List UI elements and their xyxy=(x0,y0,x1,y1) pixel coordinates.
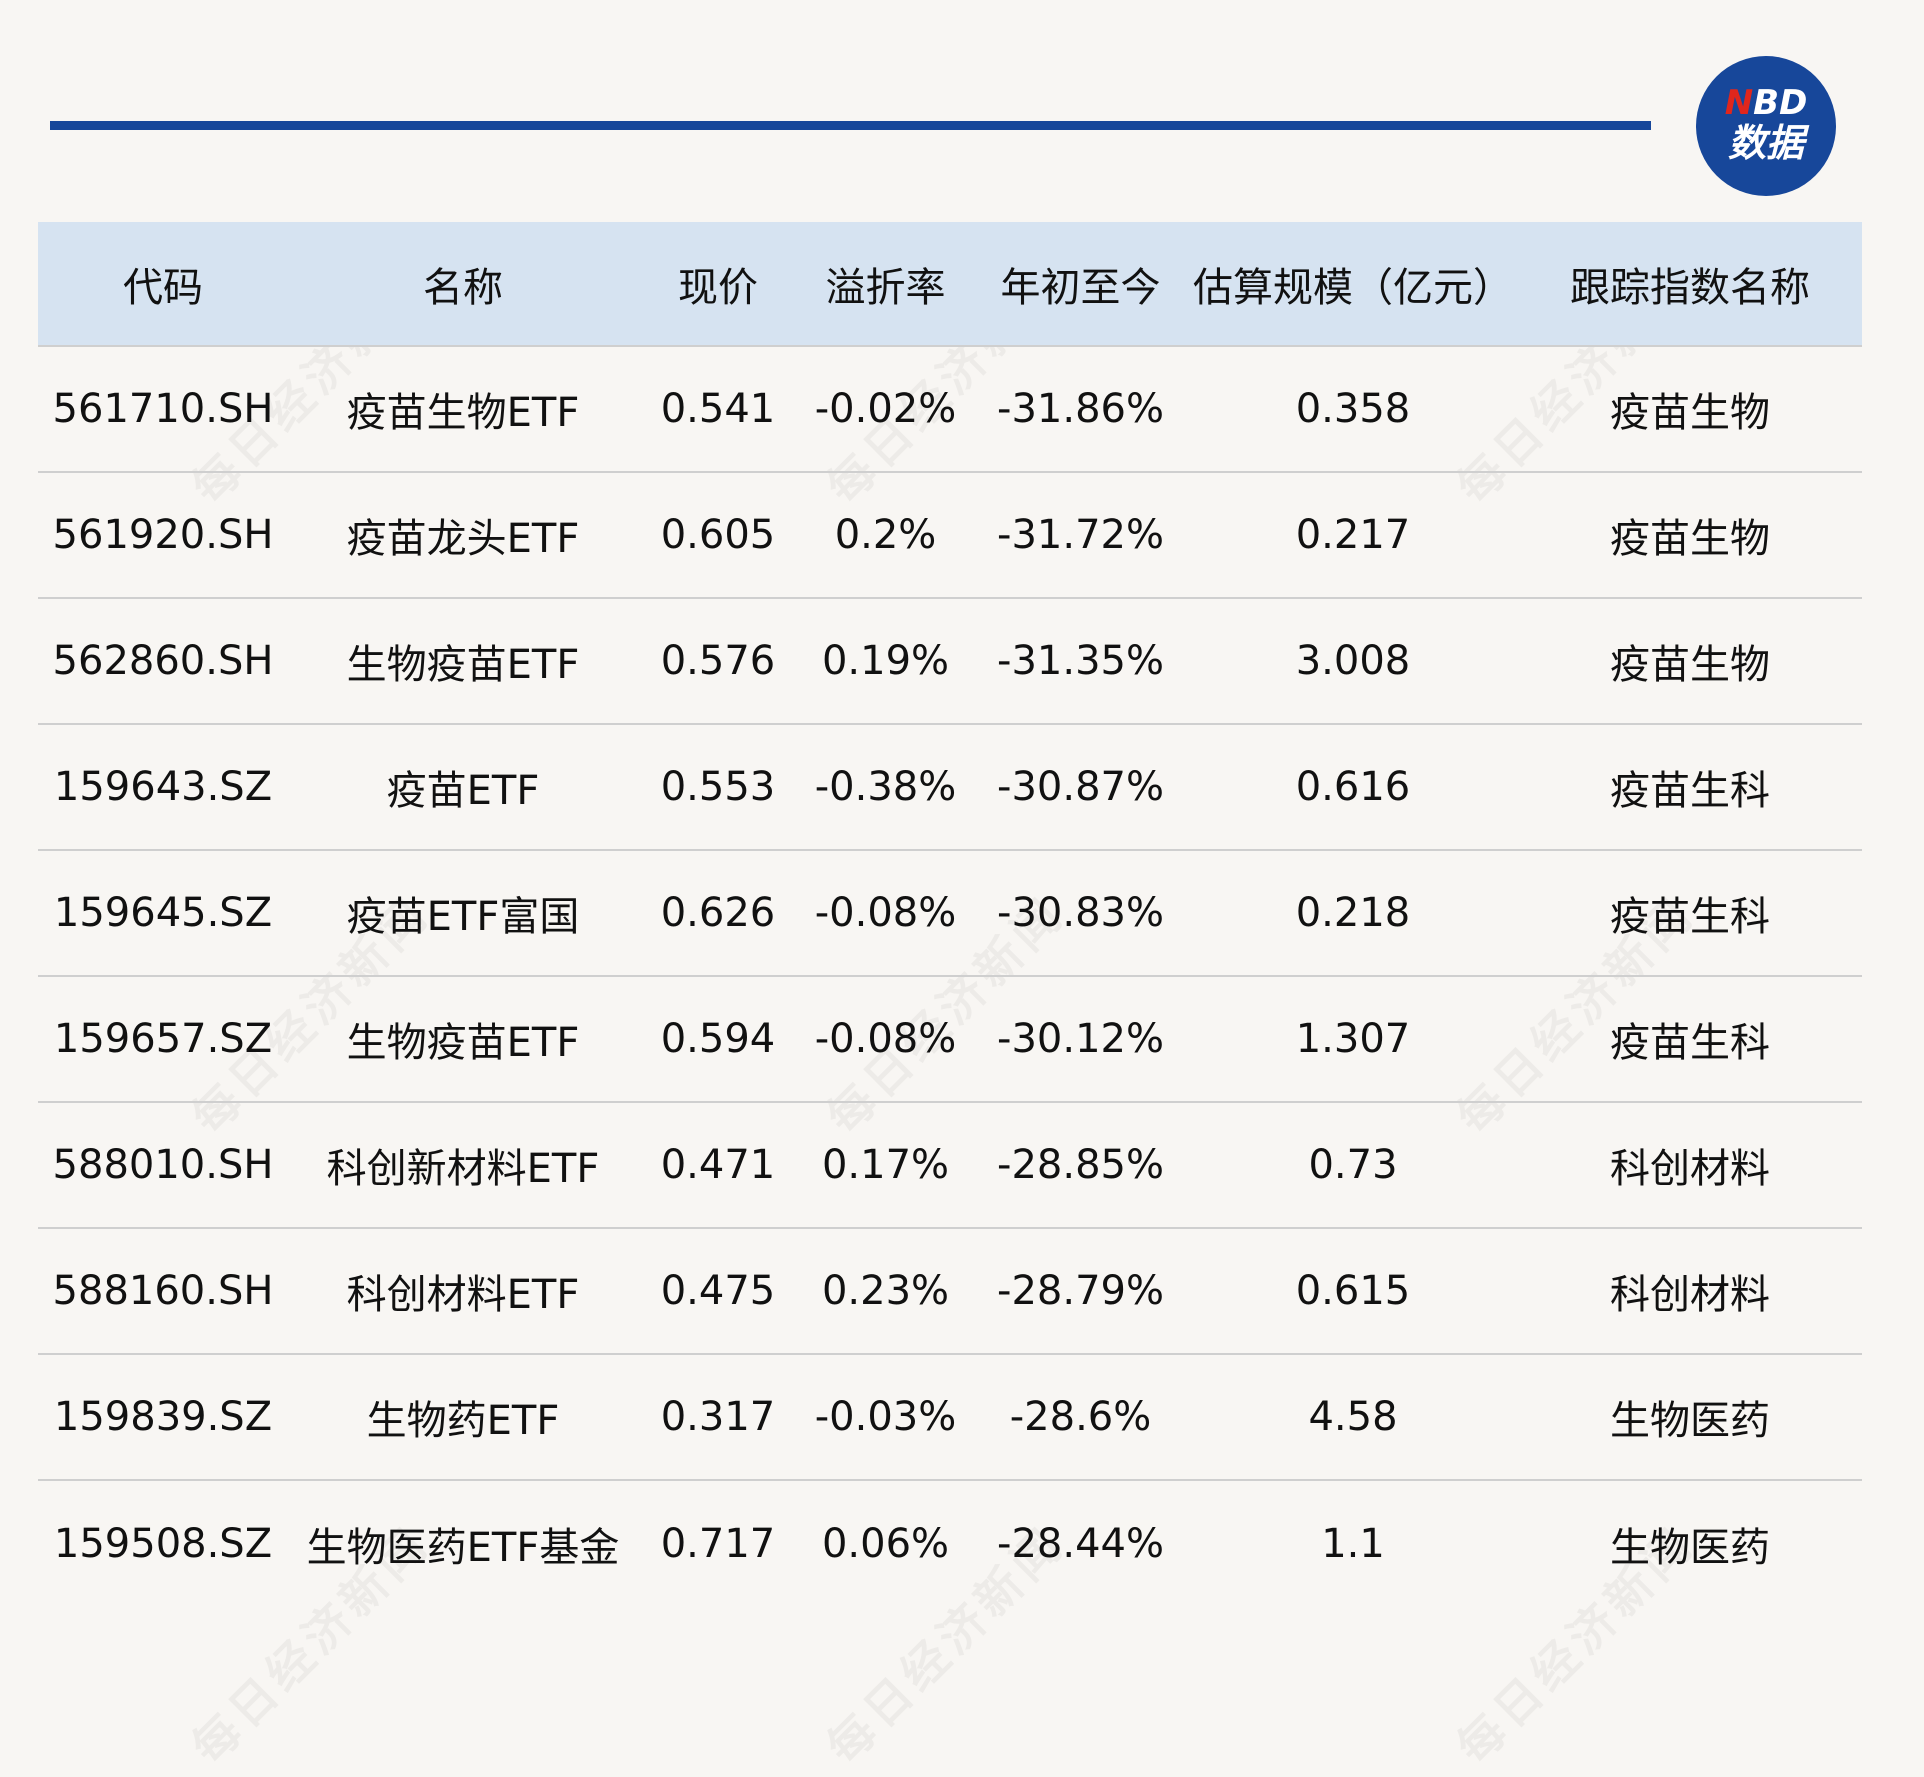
table-row: 561710.SH 疫苗生物ETF 0.541 -0.02% -31.86% 0.358 疫… xyxy=(38,346,1862,472)
cell-ytd: -30.87% xyxy=(997,764,1164,810)
cell-name: 疫苗龙头ETF xyxy=(346,516,580,562)
cell-index: 疫苗生科 xyxy=(1610,768,1770,814)
cell-premium: -0.02% xyxy=(814,386,957,432)
cell-code: 159839.SZ xyxy=(53,1394,273,1440)
cell-name: 生物疫苗ETF xyxy=(346,1020,580,1066)
cell-ytd: -30.83% xyxy=(997,890,1164,936)
cell-price: 0.605 xyxy=(660,512,776,558)
table-row: 588010.SH 科创新材料ETF 0.471 0.17% -28.85% 0.73 科创… xyxy=(38,1102,1862,1228)
table-row: 159657.SZ 生物疫苗ETF 0.594 -0.08% -30.12% 1.307 疫… xyxy=(38,976,1862,1102)
cell-ytd: -28.85% xyxy=(997,1142,1164,1188)
cell-price: 0.717 xyxy=(660,1520,776,1567)
header-row: 代码 名称 现价 溢折率 年初至今 估算规模（亿元） 跟踪指数名称 xyxy=(38,222,1862,346)
table-row: 561920.SH 疫苗龙头ETF 0.605 0.2% -31.72% 0.217 疫苗生… xyxy=(38,472,1862,598)
header-price: 现价 xyxy=(678,264,758,311)
cell-index: 生物医药 xyxy=(1610,1398,1770,1444)
cell-code: 588010.SH xyxy=(52,1142,274,1188)
cell-premium: 0.17% xyxy=(821,1142,950,1188)
cell-index: 生物医药 xyxy=(1610,1524,1770,1571)
logo-line-2: 数据 xyxy=(1727,121,1804,165)
cell-price: 0.576 xyxy=(660,638,776,684)
cell-code: 561710.SH xyxy=(52,386,274,432)
cell-ytd: -31.86% xyxy=(997,386,1164,432)
cell-ytd: -28.6% xyxy=(1009,1394,1152,1440)
cell-code: 159657.SZ xyxy=(53,1016,273,1062)
cell-scale: 3.008 xyxy=(1295,638,1411,684)
cell-name: 生物疫苗ETF xyxy=(346,642,580,688)
logo-line-1: NBD xyxy=(1724,83,1808,123)
cell-index: 疫苗生物 xyxy=(1610,642,1770,688)
cell-price: 0.541 xyxy=(660,386,776,432)
cell-name: 生物药ETF xyxy=(366,1398,560,1444)
cell-index: 疫苗生科 xyxy=(1610,894,1770,940)
cell-index: 科创材料 xyxy=(1610,1146,1770,1192)
cell-code: 159508.SZ xyxy=(53,1520,273,1567)
cell-price: 0.553 xyxy=(660,764,776,810)
cell-ytd: -28.79% xyxy=(997,1268,1164,1314)
header-premium: 溢折率 xyxy=(825,264,946,311)
cell-ytd: -28.44% xyxy=(997,1520,1164,1567)
cell-premium: 0.06% xyxy=(821,1520,950,1567)
cell-scale: 0.616 xyxy=(1295,764,1411,810)
cell-code: 561920.SH xyxy=(52,512,274,558)
table-row: 159643.SZ 疫苗ETF 0.553 -0.38% -30.87% 0.616 疫苗生… xyxy=(38,724,1862,850)
table-row: 159508.SZ 生物医药ETF基金 0.717 0.06% -28.44% 1.1 生物… xyxy=(38,1480,1862,1606)
cell-price: 0.475 xyxy=(660,1268,776,1314)
etf-table: 代码 名称 现价 溢折率 年初至今 估算规模（亿元） 跟踪指数名称 561710… xyxy=(38,222,1862,1606)
nbd-data-logo: NBD 数据 xyxy=(1696,56,1836,196)
cell-scale: 0.358 xyxy=(1295,386,1411,432)
cell-scale: 0.218 xyxy=(1295,890,1411,936)
cell-scale: 4.58 xyxy=(1308,1394,1398,1440)
cell-name: 疫苗ETF xyxy=(386,768,540,814)
cell-ytd: -31.72% xyxy=(997,512,1164,558)
cell-index: 疫苗生物 xyxy=(1610,516,1770,562)
cell-premium: -0.08% xyxy=(814,890,957,936)
cell-index: 疫苗生物 xyxy=(1610,390,1770,436)
header-scale: 估算规模（亿元） xyxy=(1193,264,1513,311)
cell-price: 0.317 xyxy=(660,1394,776,1440)
cell-name: 疫苗ETF富国 xyxy=(346,894,580,940)
table-row: 159839.SZ 生物药ETF 0.317 -0.03% -28.6% 4.58 生物医药 xyxy=(38,1354,1862,1480)
cell-scale: 0.217 xyxy=(1295,512,1411,558)
cell-scale: 0.73 xyxy=(1308,1142,1398,1188)
header-code: 代码 xyxy=(123,264,203,311)
cell-name: 科创材料ETF xyxy=(346,1272,580,1318)
header-ytd: 年初至今 xyxy=(1000,264,1161,311)
table-row: 562860.SH 生物疫苗ETF 0.576 0.19% -31.35% 3.008 疫苗… xyxy=(38,598,1862,724)
header-name: 名称 xyxy=(423,264,503,311)
cell-name: 疫苗生物ETF xyxy=(346,390,580,436)
cell-code: 159643.SZ xyxy=(53,764,273,810)
cell-scale: 0.615 xyxy=(1295,1268,1411,1314)
table-row: 159645.SZ 疫苗ETF富国 0.626 -0.08% -30.83% 0.218 疫… xyxy=(38,850,1862,976)
cell-premium: 0.19% xyxy=(821,638,950,684)
table-header: 代码 名称 现价 溢折率 年初至今 估算规模（亿元） 跟踪指数名称 xyxy=(38,222,1862,346)
cell-ytd: -31.35% xyxy=(997,638,1164,684)
cell-code: 159645.SZ xyxy=(53,890,273,936)
cell-premium: -0.38% xyxy=(814,764,957,810)
cell-price: 0.626 xyxy=(660,890,776,936)
cell-code: 588160.SH xyxy=(52,1268,274,1314)
cell-scale: 1.307 xyxy=(1295,1016,1411,1062)
cell-ytd: -30.12% xyxy=(997,1016,1164,1062)
header-rule xyxy=(50,121,1651,130)
cell-code: 562860.SH xyxy=(52,638,274,684)
cell-price: 0.594 xyxy=(660,1016,776,1062)
cell-premium: 0.2% xyxy=(834,512,937,558)
cell-index: 疫苗生科 xyxy=(1610,1020,1770,1066)
cell-premium: 0.23% xyxy=(821,1268,950,1314)
table-row: 588160.SH 科创材料ETF 0.475 0.23% -28.79% 0.615 科创… xyxy=(38,1228,1862,1354)
cell-price: 0.471 xyxy=(660,1142,776,1188)
table-body: 561710.SH 疫苗生物ETF 0.541 -0.02% -31.86% 0.358 疫… xyxy=(38,346,1862,1606)
cell-premium: -0.03% xyxy=(814,1394,957,1440)
cell-premium: -0.08% xyxy=(814,1016,957,1062)
cell-index: 科创材料 xyxy=(1610,1272,1770,1318)
cell-name: 科创新材料ETF xyxy=(326,1146,600,1192)
cell-scale: 1.1 xyxy=(1321,1520,1385,1567)
cell-name: 生物医药ETF基金 xyxy=(306,1524,620,1571)
header-index: 跟踪指数名称 xyxy=(1570,264,1810,311)
